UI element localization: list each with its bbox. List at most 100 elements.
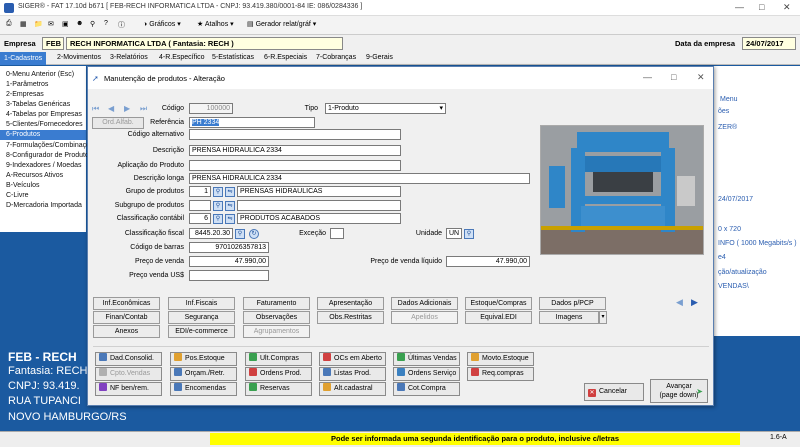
mail-icon[interactable]: ✉	[48, 20, 54, 28]
dialog-close-icon[interactable]: ✕	[697, 72, 705, 83]
calc-icon[interactable]: ▦	[20, 20, 27, 28]
tab-equival-edi[interactable]: Equival.EDI	[465, 311, 532, 324]
excecao-field[interactable]	[330, 228, 344, 239]
tab-dados-adicionais[interactable]: Dados Adicionais	[391, 297, 458, 310]
tab-apelidos[interactable]: Apelidos	[391, 311, 458, 324]
unidade-field[interactable]: UN	[446, 228, 462, 239]
ordalfab-button[interactable]: Ord.Alfab.	[92, 117, 144, 129]
ultimas-vendas-button[interactable]: Últimas Vendas	[393, 352, 460, 366]
ocs-aberto-button[interactable]: OCs em Aberto	[319, 352, 386, 366]
reservas-button[interactable]: Reservas	[245, 382, 312, 396]
calendar-icon[interactable]: ▣	[62, 20, 69, 28]
tab-anexos[interactable]: Anexos	[93, 325, 160, 338]
listas-prod-button[interactable]: Listas Prod.	[319, 367, 386, 381]
menu-estatisticas[interactable]: 5-Estatísticas	[212, 54, 254, 61]
grupo-code-field[interactable]: 1	[189, 186, 211, 197]
search-icon[interactable]: ⚲	[213, 187, 223, 197]
cancel-button[interactable]: ✕ Cancelar	[584, 383, 644, 401]
graficos-menu[interactable]: ◑ Gráficos ▾	[143, 20, 181, 28]
referencia-field[interactable]: PH 2334	[189, 117, 315, 128]
tab-obs-restritas[interactable]: Obs.Restritas	[317, 311, 384, 324]
subgrupo-code-field[interactable]	[189, 200, 211, 211]
codigo-alt-field[interactable]	[189, 129, 401, 140]
search-icon[interactable]: ⚲	[235, 229, 245, 239]
menu-gerais[interactable]: 9-Gerais	[366, 54, 393, 61]
maximize-icon[interactable]: □	[759, 2, 764, 12]
left-menu-item[interactable]: D-Mercadoria Importada	[6, 201, 82, 211]
tab-inf-fiscais[interactable]: Inf.Fiscais	[168, 297, 235, 310]
tab-observacoes[interactable]: Observações	[243, 311, 310, 324]
descricao-longa-field[interactable]: PRENSA HIDRAULICA 2334	[189, 173, 530, 184]
ult-compras-button[interactable]: Ult.Compras	[245, 352, 312, 366]
menu-cobrancas[interactable]: 7-Cobranças	[316, 54, 356, 61]
left-menu-item[interactable]: 7-Formulações/Combinações	[6, 141, 97, 151]
cod-barras-field[interactable]: 9701026357813	[189, 242, 269, 253]
tabs-prev-icon[interactable]: ◀	[676, 297, 683, 308]
left-menu-item[interactable]: 1-Parâmetros	[6, 80, 48, 90]
refresh-icon[interactable]: ↻	[249, 229, 259, 239]
left-menu-item[interactable]: 4-Tabelas por Empresas	[6, 110, 82, 120]
descricao-field[interactable]: PRENSA HIDRAULICA 2334	[189, 145, 401, 156]
tab-agrupamentos[interactable]: Agrupamentos	[243, 325, 310, 338]
ordens-prod-button[interactable]: Ordens Prod.	[245, 367, 312, 381]
left-menu-item[interactable]: 8-Configurador de Produtos	[6, 151, 92, 161]
minimize-icon[interactable]: —	[735, 2, 744, 12]
left-menu-item[interactable]: 2-Empresas	[6, 90, 44, 100]
cot-compra-button[interactable]: Cot.Compra	[393, 382, 460, 396]
left-menu-item[interactable]: B-Veículos	[6, 181, 39, 191]
tab-inf-economicas[interactable]: Inf.Econômicas	[93, 297, 160, 310]
classif-fiscal-field[interactable]: 8445.20.30	[189, 228, 233, 239]
left-menu-item[interactable]: 0-Menu Anterior (Esc)	[6, 70, 74, 80]
menu-r-especifico[interactable]: 4-R.Específico	[159, 54, 205, 61]
link-icon[interactable]: ⇋	[225, 201, 235, 211]
movto-estoque-button[interactable]: Movto.Estoque	[467, 352, 534, 366]
req-compras-button[interactable]: Req.compras	[467, 367, 534, 381]
help-icon[interactable]: ?	[104, 20, 108, 27]
tab-seguranca[interactable]: Segurança	[168, 311, 235, 324]
cpto-vendas-button[interactable]: Cpto.Vendas	[95, 367, 162, 381]
tab-imagens[interactable]: Imagens	[539, 311, 599, 324]
next-button[interactable]: Avançar (page down) ➤	[650, 379, 708, 403]
tab-faturamento[interactable]: Faturamento	[243, 297, 310, 310]
encomendas-button[interactable]: Encomendas	[170, 382, 237, 396]
print-icon[interactable]: ⎙	[6, 20, 12, 28]
prev-record-icon[interactable]: ◀	[108, 104, 114, 113]
search-icon[interactable]: ⚲	[464, 229, 474, 239]
folder-icon[interactable]: 📁	[34, 20, 43, 28]
tab-finan-contab[interactable]: Finan/Contab	[93, 311, 160, 324]
dialog-minimize-icon[interactable]: —	[643, 72, 652, 82]
empresa-code[interactable]: FEB	[42, 37, 64, 50]
menu-r-especiais[interactable]: 6-R.Especiais	[264, 54, 307, 61]
ordens-servico-button[interactable]: Ordens Serviço	[393, 367, 460, 381]
menu-cadastros[interactable]: 1-Cadastros	[0, 52, 47, 65]
menu-relatorios[interactable]: 3-Relatórios	[110, 54, 148, 61]
tipo-select[interactable]: 1-Produto ▾	[325, 103, 446, 114]
info-icon[interactable]: ⓘ	[118, 20, 125, 30]
orcam-retr-button[interactable]: Orçam./Retr.	[170, 367, 237, 381]
close-icon[interactable]: ✕	[783, 2, 791, 13]
left-menu-item[interactable]: 9-Indexadores / Moedas	[6, 161, 82, 171]
nf-benrem-button[interactable]: NF ben/rem.	[95, 382, 162, 396]
link-icon[interactable]: ⇋	[225, 187, 235, 197]
search-icon[interactable]: ⚲	[213, 214, 223, 224]
left-menu-item[interactable]: C-Livre	[6, 191, 29, 201]
tab-estoque-compras[interactable]: Estoque/Compras	[465, 297, 532, 310]
left-menu-item[interactable]: A-Recursos Ativos	[6, 171, 63, 181]
first-record-icon[interactable]: ⏮	[92, 104, 99, 114]
search-icon[interactable]: ⚲	[90, 20, 95, 28]
tab-apresentacao[interactable]: Apresentação	[317, 297, 384, 310]
gerador-menu[interactable]: ▤ Gerador relat/gráf ▾	[247, 20, 316, 28]
left-menu-item[interactable]: 3-Tabelas Genéricas	[6, 100, 70, 110]
left-menu-item[interactable]: 5-Clientes/Fornecedores	[6, 120, 83, 130]
tab-edi-ecommerce[interactable]: EDI/e-commerce	[168, 325, 235, 338]
atalhos-menu[interactable]: ★ Atalhos ▾	[197, 20, 234, 28]
alt-cadastral-button[interactable]: Alt.cadastral	[319, 382, 386, 396]
link-icon[interactable]: ⇋	[225, 214, 235, 224]
preco-usd-field[interactable]	[189, 270, 269, 281]
dad-consolid-button[interactable]: Dad.Consolid.	[95, 352, 162, 366]
tabs-next-icon[interactable]: ▶	[691, 297, 698, 308]
classif-code-field[interactable]: 6	[189, 213, 211, 224]
preco-venda-field[interactable]: 47.990,00	[189, 256, 269, 267]
pos-estoque-button[interactable]: Pos.Estoque	[170, 352, 237, 366]
dialog-maximize-icon[interactable]: □	[671, 72, 676, 82]
